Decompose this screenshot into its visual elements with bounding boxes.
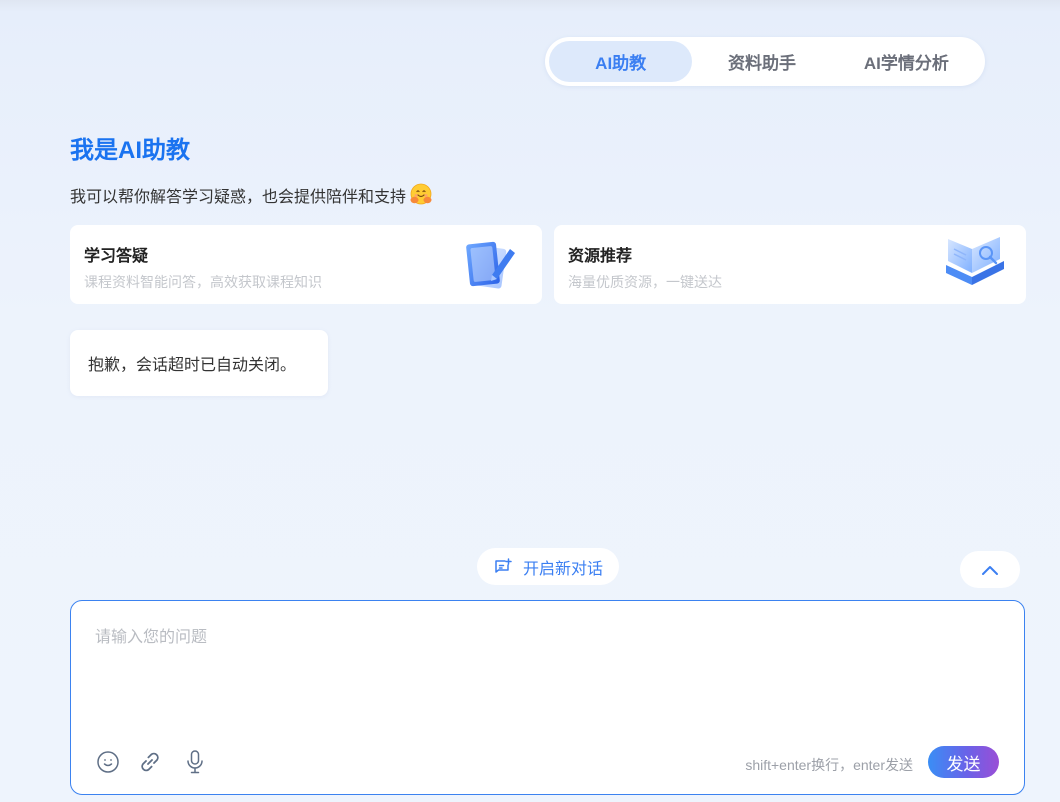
mode-tabs: AI助教 资料助手 AI学情分析 bbox=[545, 37, 985, 86]
smile-icon bbox=[97, 751, 119, 773]
hugging-emoji-icon bbox=[410, 183, 432, 205]
notebook-pen-icon bbox=[466, 241, 515, 289]
assistant-message-bubble: 抱歉，会话超时已自动关闭。 bbox=[70, 330, 328, 396]
scroll-up-button[interactable] bbox=[960, 551, 1020, 588]
open-book-icon bbox=[946, 237, 1004, 285]
microphone-icon bbox=[187, 750, 203, 774]
send-button[interactable]: 发送 bbox=[928, 746, 999, 778]
card-desc: 课程资料智能问答，高效获取课程知识 bbox=[84, 274, 322, 290]
question-input[interactable] bbox=[95, 623, 995, 743]
card-study-qa[interactable]: 学习答疑 课程资料智能问答，高效获取课程知识 bbox=[70, 225, 542, 304]
tab-ai-assistant[interactable]: AI助教 bbox=[549, 41, 693, 82]
message-text: 抱歉，会话超时已自动关闭。 bbox=[88, 357, 297, 374]
link-icon bbox=[141, 752, 159, 772]
top-shadow bbox=[0, 0, 1060, 12]
page-subtitle: 我可以帮你解答学习疑惑，也会提供陪伴和支持 bbox=[70, 182, 434, 208]
new-chat-label: 开启新对话 bbox=[522, 560, 603, 578]
tab-material-helper[interactable]: 资料助手 bbox=[692, 41, 831, 82]
chevron-up-icon bbox=[982, 565, 998, 575]
card-title: 学习答疑 bbox=[84, 248, 149, 265]
card-desc: 海量优质资源，一键送达 bbox=[568, 274, 722, 290]
new-chat-button[interactable]: 开启新对话 bbox=[477, 548, 619, 585]
chat-input-box: shift+enter换行，enter发送 发送 bbox=[70, 600, 1025, 795]
card-title: 资源推荐 bbox=[568, 248, 633, 265]
new-chat-icon bbox=[495, 557, 512, 573]
keyboard-hint: shift+enter换行，enter发送 bbox=[745, 757, 913, 773]
subtitle-text: 我可以帮你解答学习疑惑，也会提供陪伴和支持 bbox=[70, 189, 407, 206]
page-title: 我是AI助教 bbox=[70, 137, 190, 164]
attach-link-button[interactable] bbox=[137, 749, 163, 775]
voice-input-button[interactable] bbox=[182, 749, 208, 775]
emoji-button[interactable] bbox=[95, 749, 121, 775]
tab-learning-analysis[interactable]: AI学情分析 bbox=[832, 41, 981, 82]
card-resource-recommend[interactable]: 资源推荐 海量优质资源，一键送达 bbox=[554, 225, 1026, 304]
